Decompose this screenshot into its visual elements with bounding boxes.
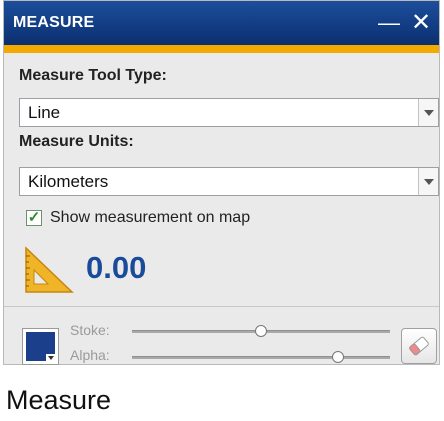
caption: Measure bbox=[6, 385, 112, 415]
ruler-triangle-icon bbox=[25, 246, 74, 293]
accent-stripe bbox=[4, 45, 439, 53]
measurement-value: 0.00 bbox=[86, 250, 147, 285]
clear-button[interactable] bbox=[401, 328, 437, 364]
chevron-down-icon bbox=[46, 354, 56, 362]
eraser-icon bbox=[409, 336, 429, 356]
alpha-label: Alpha: bbox=[70, 347, 110, 363]
measure-panel: MEASURE — ✕ Measure Tool Type: Line Meas… bbox=[3, 0, 440, 365]
show-measurement-label: Show measurement on map bbox=[50, 209, 251, 226]
color-picker-button[interactable] bbox=[22, 328, 59, 365]
minimize-button[interactable]: — bbox=[372, 11, 406, 35]
divider bbox=[4, 306, 439, 307]
alpha-slider-thumb[interactable] bbox=[332, 351, 345, 363]
units-label: Measure Units: bbox=[19, 133, 134, 150]
tool-type-label: Measure Tool Type: bbox=[19, 67, 167, 84]
tool-type-select[interactable]: Line bbox=[19, 98, 439, 127]
close-button[interactable]: ✕ bbox=[406, 11, 436, 35]
tool-type-value: Line bbox=[28, 103, 61, 122]
chevron-down-icon[interactable] bbox=[418, 99, 438, 126]
units-select[interactable]: Kilometers bbox=[19, 167, 439, 196]
show-measurement-checkbox[interactable]: ✓ bbox=[26, 210, 42, 226]
alpha-slider-track[interactable] bbox=[132, 356, 390, 359]
title-bar: MEASURE — ✕ bbox=[4, 1, 439, 45]
chevron-down-icon[interactable] bbox=[418, 168, 438, 195]
units-value: Kilometers bbox=[28, 172, 109, 191]
stroke-label: Stoke: bbox=[70, 322, 110, 338]
stroke-slider-thumb[interactable] bbox=[255, 325, 267, 337]
window-title: MEASURE bbox=[13, 14, 95, 31]
